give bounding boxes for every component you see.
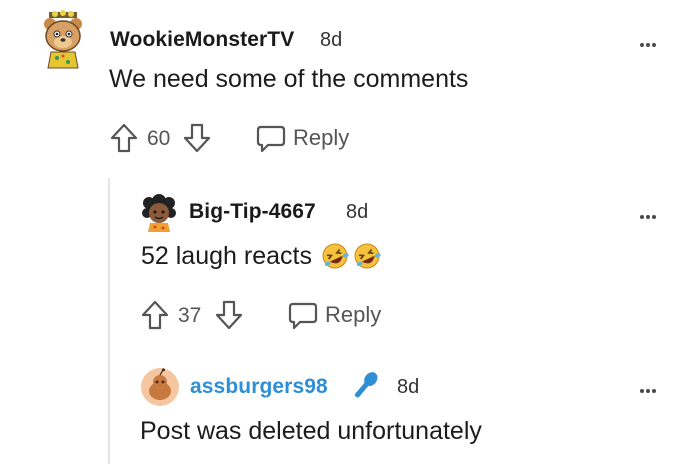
username[interactable]: Big-Tip-4667 <box>189 200 316 224</box>
reply-button[interactable]: Reply <box>293 125 349 151</box>
thread-line-level-1[interactable] <box>108 178 110 464</box>
comment-text: 52 laugh reacts <box>141 242 312 270</box>
avatar[interactable] <box>140 367 180 407</box>
reply-icon[interactable] <box>255 124 287 154</box>
more-options-button[interactable] <box>640 204 658 222</box>
avatar[interactable] <box>141 193 177 233</box>
downvote-icon[interactable] <box>215 300 243 330</box>
timestamp[interactable]: 8d <box>320 28 342 52</box>
comment-body: 52 laugh reacts <box>141 240 382 272</box>
timestamp[interactable]: 8d <box>346 200 368 224</box>
vote-count: 60 <box>147 127 171 150</box>
more-options-button[interactable] <box>640 32 658 50</box>
rolling-on-floor-laughing-icon <box>322 243 349 269</box>
microphone-icon <box>354 372 378 398</box>
downvote-icon[interactable] <box>183 123 211 153</box>
rolling-on-floor-laughing-icon <box>354 243 381 269</box>
comment-body: Post was deleted unfortunately <box>140 417 482 445</box>
timestamp[interactable]: 8d <box>397 375 419 399</box>
comment-body: We need some of the comments <box>109 65 469 93</box>
vote-count: 37 <box>178 304 202 327</box>
upvote-icon[interactable] <box>141 300 169 330</box>
reply-icon[interactable] <box>287 301 319 331</box>
reply-button[interactable]: Reply <box>325 302 381 328</box>
avatar[interactable] <box>38 10 88 70</box>
username[interactable]: WookieMonsterTV <box>110 28 294 52</box>
upvote-icon[interactable] <box>110 123 138 153</box>
more-options-button[interactable] <box>640 378 658 396</box>
username[interactable]: assburgers98 <box>190 375 328 399</box>
